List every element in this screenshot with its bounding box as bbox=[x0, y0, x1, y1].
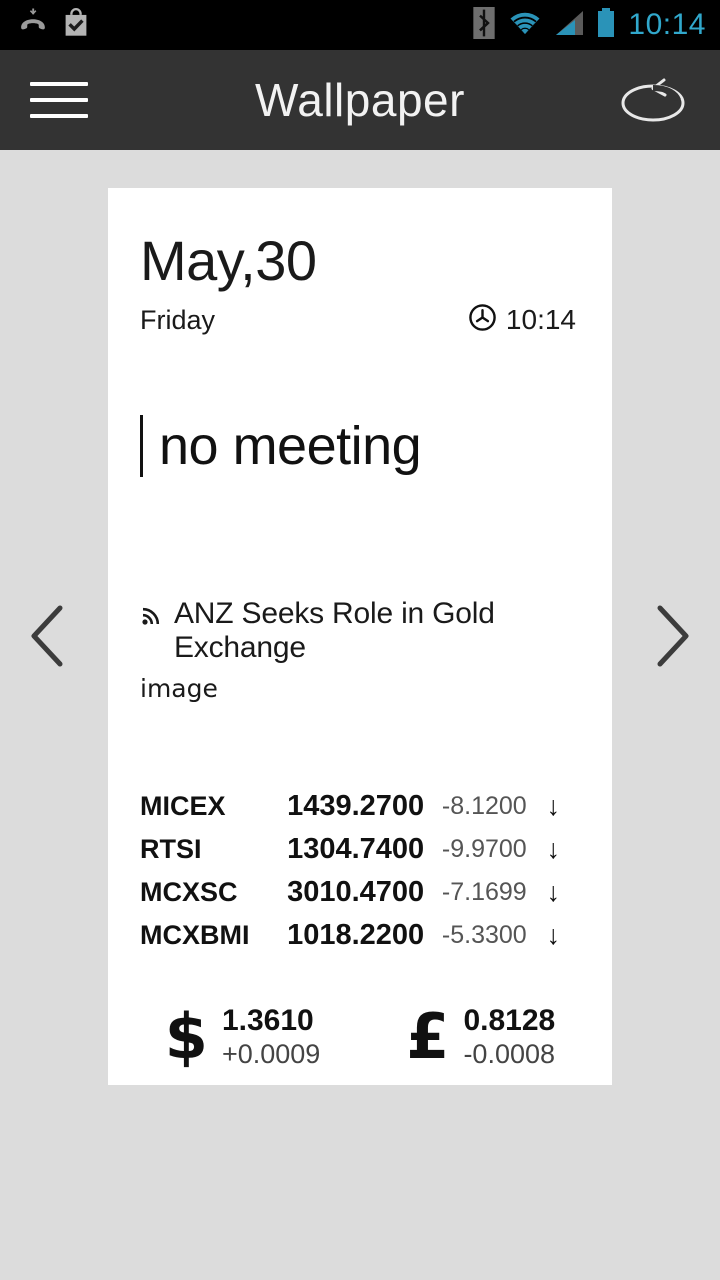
missed-call-icon bbox=[18, 8, 48, 43]
table-row: RTSI 1304.7400 -9.9700 ↓ bbox=[140, 828, 580, 871]
currency-rate: 0.8128 bbox=[463, 1004, 556, 1038]
quote-value: 1439.2700 bbox=[287, 790, 425, 823]
news-headline: ANZ Seeks Role in Gold Exchange bbox=[174, 597, 495, 664]
quote-symbol: MICEX bbox=[140, 791, 226, 822]
hamburger-line bbox=[30, 82, 88, 86]
rss-icon bbox=[140, 597, 164, 632]
quote-symbol: MCXBMI bbox=[140, 920, 250, 951]
shopping-bag-check-icon bbox=[62, 7, 90, 43]
currency-widget: $ 1.3610 +0.0009 £ 0.8128 -0.0008 bbox=[140, 1003, 580, 1070]
quote-trend-down-icon: ↓ bbox=[546, 877, 561, 908]
quote-change: -9.9700 bbox=[441, 835, 527, 864]
chevron-left-icon bbox=[31, 605, 63, 667]
quote-value: 3010.4700 bbox=[287, 876, 425, 909]
date-detail-row: Friday 10:14 bbox=[140, 303, 580, 337]
table-row: MCXBMI 1018.2200 -5.3300 ↓ bbox=[140, 914, 580, 957]
table-row: MICEX 1439.2700 -8.1200 ↓ bbox=[140, 785, 580, 828]
dollar-symbol: $ bbox=[164, 999, 208, 1073]
bluetooth-icon bbox=[472, 6, 496, 44]
phone-screen: 10:14 Wallpaper May,30 Friday 10:14 no m… bbox=[0, 0, 720, 1280]
quote-change: -5.3300 bbox=[441, 921, 527, 950]
wallpaper-preview-card[interactable]: May,30 Friday 10:14 no meeting ANZ Seeks… bbox=[108, 188, 612, 1085]
status-bar-clock: 10:14 bbox=[628, 8, 706, 41]
news-image-placeholder: image bbox=[140, 674, 218, 704]
quote-symbol: RTSI bbox=[140, 834, 202, 865]
agenda-text: no meeting bbox=[159, 416, 422, 477]
agenda-widget: no meeting bbox=[140, 415, 580, 478]
quote-change: -7.1699 bbox=[441, 878, 527, 907]
previous-wallpaper-button[interactable] bbox=[18, 600, 78, 672]
agenda-accent-bar bbox=[140, 415, 143, 478]
currency-delta: -0.0008 bbox=[463, 1038, 556, 1069]
currency-usd: $ 1.3610 +0.0009 bbox=[165, 1003, 321, 1070]
status-bar: 10:14 bbox=[0, 0, 720, 50]
clock-time: 10:14 bbox=[505, 304, 576, 336]
weekday-label: Friday bbox=[140, 304, 216, 335]
quote-value: 1018.2200 bbox=[287, 919, 425, 952]
battery-icon bbox=[596, 7, 616, 43]
clock-widget: 10:14 bbox=[468, 303, 576, 337]
quote-trend-down-icon: ↓ bbox=[546, 791, 561, 822]
stock-quotes-table: MICEX 1439.2700 -8.1200 ↓ RTSI 1304.7400… bbox=[140, 785, 580, 957]
status-bar-system-icons: 10:14 bbox=[472, 6, 720, 44]
quote-change: -8.1200 bbox=[441, 792, 527, 821]
signal-bars-icon bbox=[554, 9, 584, 42]
hamburger-menu-icon[interactable] bbox=[30, 82, 88, 118]
quote-trend-down-icon: ↓ bbox=[546, 920, 561, 951]
stock-quotes-body: MICEX 1439.2700 -8.1200 ↓ RTSI 1304.7400… bbox=[140, 785, 580, 957]
clock-icon bbox=[468, 303, 497, 337]
hamburger-line bbox=[30, 114, 88, 118]
news-widget[interactable]: ANZ Seeks Role in Gold Exchange image bbox=[140, 597, 580, 703]
currency-rate: 1.3610 bbox=[221, 1004, 314, 1038]
quote-trend-down-icon: ↓ bbox=[546, 834, 561, 865]
quote-value: 1304.7400 bbox=[287, 833, 425, 866]
hamburger-line bbox=[30, 98, 88, 102]
quote-symbol: MCXSC bbox=[140, 877, 238, 908]
currency-gbp: £ 0.8128 -0.0008 bbox=[406, 1003, 555, 1070]
page-title: Wallpaper bbox=[255, 74, 465, 126]
date-heading: May,30 bbox=[140, 229, 317, 292]
chevron-right-icon bbox=[657, 605, 689, 667]
wifi-icon bbox=[508, 10, 542, 41]
status-bar-notifications bbox=[0, 7, 90, 43]
table-row: MCXSC 3010.4700 -7.1699 ↓ bbox=[140, 871, 580, 914]
refresh-rotate-icon[interactable] bbox=[616, 73, 690, 127]
next-wallpaper-button[interactable] bbox=[642, 600, 702, 672]
pound-symbol: £ bbox=[406, 999, 450, 1073]
action-bar: Wallpaper bbox=[0, 50, 720, 150]
currency-delta: +0.0009 bbox=[221, 1038, 321, 1069]
